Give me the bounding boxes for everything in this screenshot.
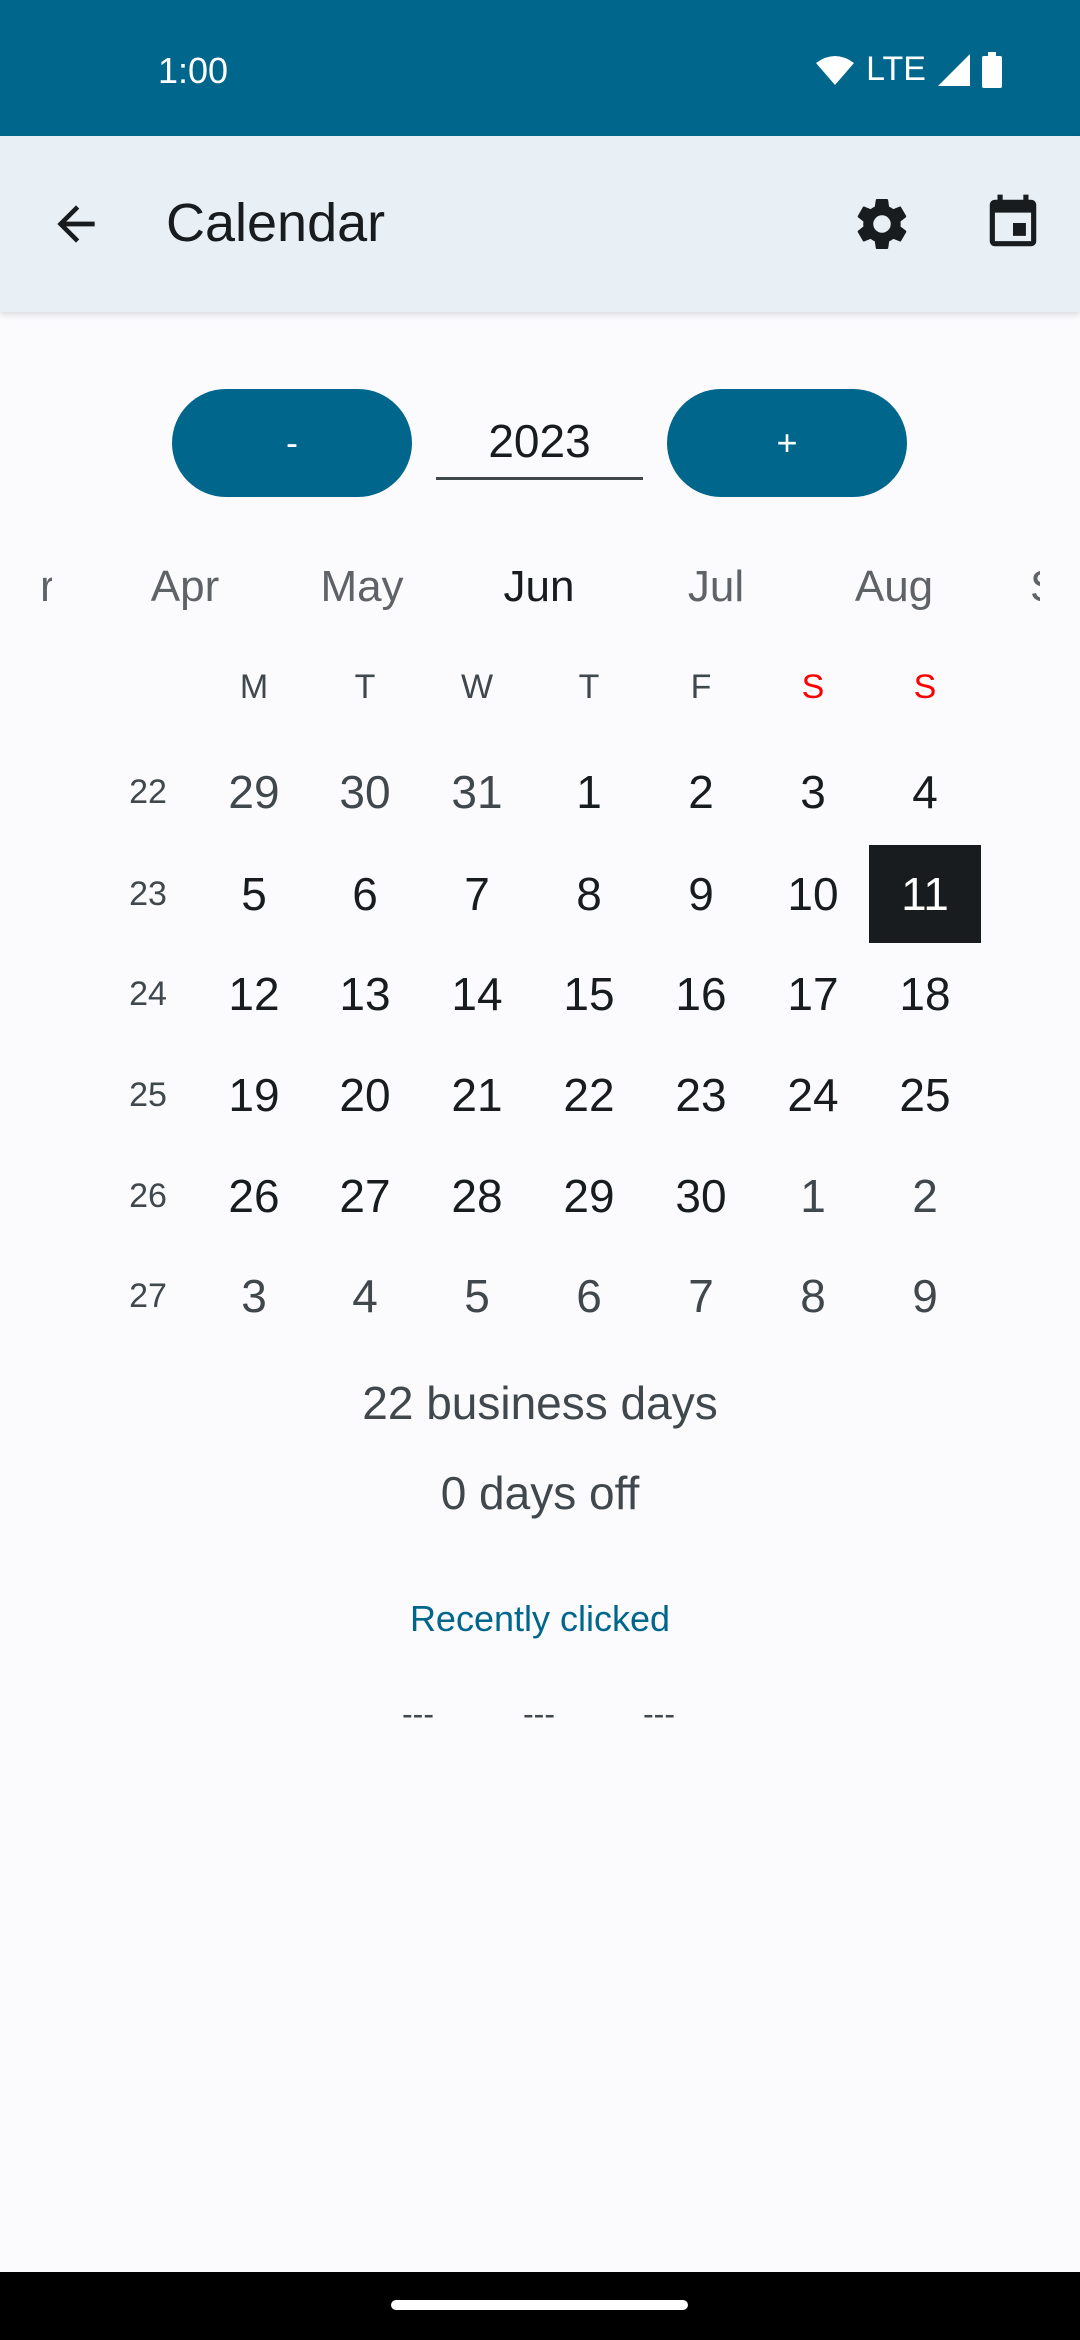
week-number: 23 <box>129 874 167 913</box>
day-cell[interactable]: 23 <box>645 1046 757 1144</box>
signal-icon <box>938 53 970 86</box>
week-number: 22 <box>129 772 167 811</box>
day-cell[interactable]: 31 <box>421 743 533 841</box>
day-cell[interactable]: 20 <box>309 1046 421 1144</box>
day-cell[interactable]: 29 <box>533 1147 645 1245</box>
day-cell[interactable]: 5 <box>421 1247 533 1345</box>
month-5[interactable]: Aug <box>855 562 933 612</box>
status-icons: LTE <box>816 50 1002 89</box>
weekday-label: S <box>913 668 937 706</box>
day-cell[interactable]: 8 <box>533 845 645 943</box>
app-bar <box>0 136 1080 312</box>
back-arrow-icon[interactable] <box>48 196 104 252</box>
day-cell[interactable]: 14 <box>421 945 533 1043</box>
day-cell-selected[interactable]: 11 <box>869 845 981 943</box>
recently-clicked-label: Recently clicked <box>409 1598 671 1639</box>
day-cell[interactable]: 16 <box>645 945 757 1043</box>
battery-icon <box>982 51 1002 88</box>
settings-gear-icon[interactable] <box>852 194 912 254</box>
day-cell[interactable]: 29 <box>198 743 310 841</box>
day-cell[interactable]: 17 <box>757 945 869 1043</box>
day-cell[interactable]: 25 <box>869 1046 981 1144</box>
day-cell[interactable]: 4 <box>309 1247 421 1345</box>
week-number: 27 <box>129 1276 167 1315</box>
day-cell[interactable]: 12 <box>198 945 310 1043</box>
weekday-label: W <box>460 668 494 706</box>
year-input[interactable]: 2023 <box>436 405 643 480</box>
day-cell[interactable]: 19 <box>198 1046 310 1144</box>
day-cell[interactable]: 2 <box>645 743 757 841</box>
weekday-label: T <box>354 668 376 706</box>
day-cell[interactable]: 3 <box>198 1247 310 1345</box>
month-4[interactable]: Jul <box>688 562 744 612</box>
day-cell[interactable]: 27 <box>309 1147 421 1245</box>
day-cell[interactable]: 4 <box>869 743 981 841</box>
day-cell[interactable]: 6 <box>533 1247 645 1345</box>
calendar-icon[interactable] <box>982 192 1044 254</box>
day-cell[interactable]: 15 <box>533 945 645 1043</box>
day-cell[interactable]: 3 <box>757 743 869 841</box>
week-number: 24 <box>129 974 167 1013</box>
month-1[interactable]: Apr <box>151 562 219 612</box>
weekday-label: S <box>801 668 825 706</box>
days-off-count: 0 days off <box>440 1467 640 1519</box>
day-cell[interactable]: 24 <box>757 1046 869 1144</box>
weekday-label: T <box>578 668 600 706</box>
day-cell[interactable]: 1 <box>533 743 645 841</box>
week-number: 25 <box>129 1075 167 1114</box>
home-handle[interactable] <box>391 2300 688 2310</box>
day-cell[interactable]: 21 <box>421 1046 533 1144</box>
day-cell[interactable]: 28 <box>421 1147 533 1245</box>
business-days-count: 22 business days <box>362 1377 718 1429</box>
day-cell[interactable]: 30 <box>645 1147 757 1245</box>
previous-year-button[interactable]: - <box>172 389 412 497</box>
month-6[interactable]: S <box>1030 562 1040 612</box>
month-2[interactable]: May <box>320 562 403 612</box>
day-cell[interactable]: 2 <box>869 1147 981 1245</box>
weekday-label: M <box>239 668 269 706</box>
day-cell[interactable]: 22 <box>533 1046 645 1144</box>
day-cell[interactable]: 9 <box>645 845 757 943</box>
page-title: Calendar <box>166 193 386 253</box>
recent-item[interactable]: --- <box>643 1696 675 1733</box>
day-cell[interactable]: 7 <box>645 1247 757 1345</box>
week-number: 26 <box>129 1176 167 1215</box>
day-cell[interactable]: 30 <box>309 743 421 841</box>
day-cell[interactable]: 10 <box>757 845 869 943</box>
month-3[interactable]: Jun <box>504 562 575 612</box>
recent-item[interactable]: --- <box>523 1696 555 1733</box>
month-0[interactable]: r <box>40 562 52 612</box>
weekday-label: F <box>690 668 712 706</box>
next-year-button[interactable]: + <box>667 389 907 497</box>
day-cell[interactable]: 13 <box>309 945 421 1043</box>
day-cell[interactable]: 6 <box>309 845 421 943</box>
day-cell[interactable]: 18 <box>869 945 981 1043</box>
status-time: 1:00 <box>158 50 229 91</box>
day-cell[interactable]: 26 <box>198 1147 310 1245</box>
day-cell[interactable]: 8 <box>757 1247 869 1345</box>
day-cell[interactable]: 1 <box>757 1147 869 1245</box>
network-type: LTE <box>866 50 926 88</box>
day-cell[interactable]: 5 <box>198 845 310 943</box>
day-cell[interactable]: 7 <box>421 845 533 943</box>
day-cell[interactable]: 9 <box>869 1247 981 1345</box>
recent-item[interactable]: --- <box>402 1696 434 1733</box>
wifi-icon <box>816 55 855 85</box>
